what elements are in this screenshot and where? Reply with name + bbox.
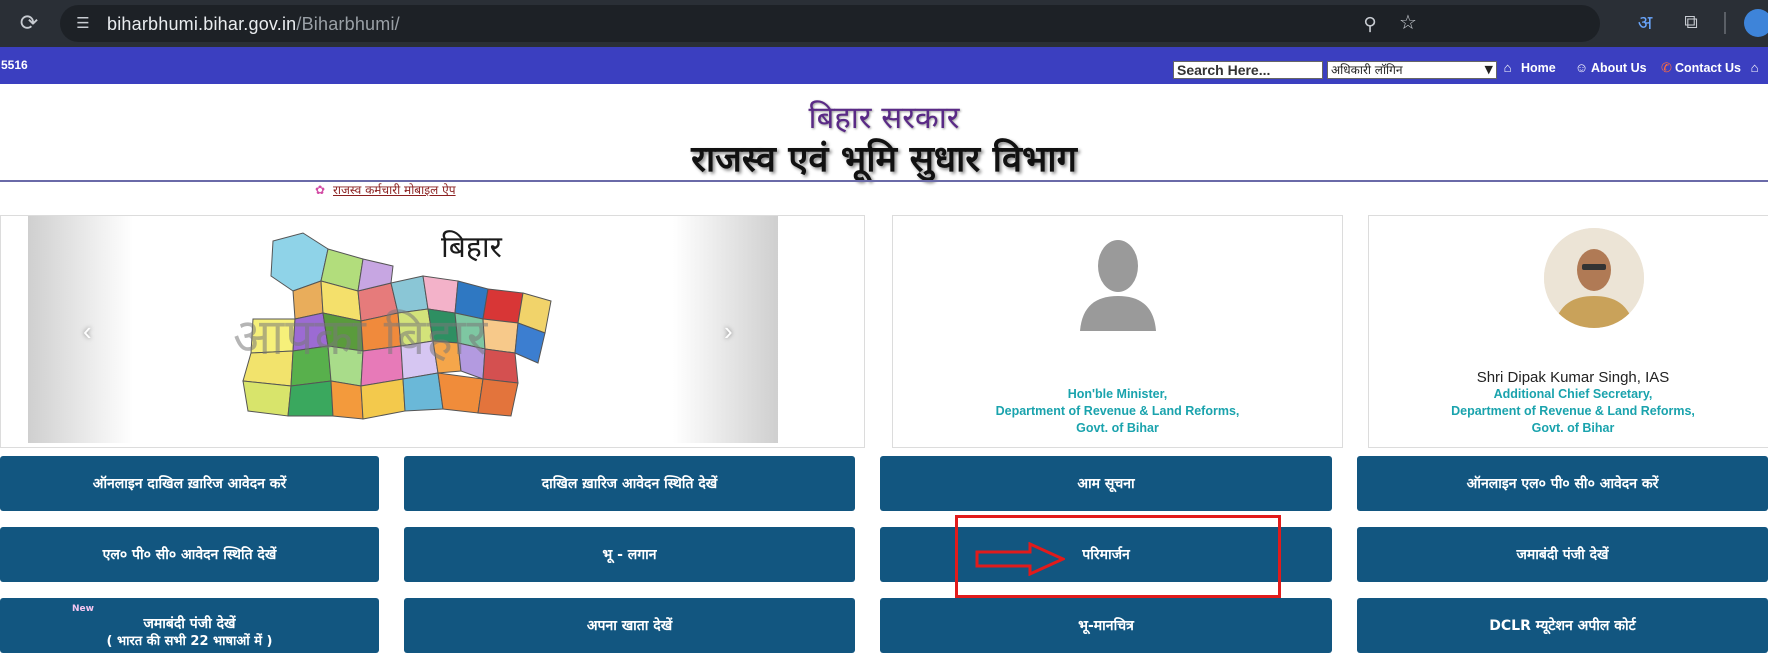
- search-input[interactable]: Search Here...: [1173, 61, 1323, 79]
- mobile-app-link[interactable]: ✿ राजस्व कर्मचारी मोबाइल ऐप: [315, 181, 456, 198]
- lpc-status-button[interactable]: एल० पी० सी० आवेदन स्थिति देखें: [0, 527, 379, 582]
- about-icon[interactable]: ☺: [1574, 60, 1589, 76]
- header-divider: [0, 180, 1768, 182]
- bihar-map-slide: बिहार आपका बिहार: [28, 216, 778, 443]
- home-icon[interactable]: ⌂: [1500, 60, 1515, 76]
- secretary-caption-line1: Additional Chief Secretary,: [1493, 387, 1653, 401]
- minister-caption-line2: Department of Revenue & Land Reforms,: [995, 404, 1240, 418]
- officer-login-select[interactable]: अधिकारी लॉगिन ▼: [1327, 61, 1497, 79]
- minister-caption-line1: Hon'ble Minister,: [1067, 387, 1168, 401]
- department-title: राजस्व एवं भूमि सुधार विभाग: [691, 139, 1077, 180]
- government-title: बिहार सरकार: [808, 100, 960, 136]
- new-badge: New: [72, 604, 94, 614]
- url-domain: biharbhumi.bihar.gov.in: [107, 14, 297, 34]
- secretary-caption-line3: Govt. of Bihar: [1531, 421, 1615, 435]
- bookmark-star-icon[interactable]: ☆: [1396, 11, 1420, 35]
- phone-icon[interactable]: ✆: [1659, 60, 1674, 76]
- minister-avatar: [1080, 240, 1156, 331]
- zoom-icon[interactable]: ⚲: [1358, 12, 1382, 36]
- minister-caption: Hon'ble Minister, Department of Revenue …: [893, 386, 1342, 437]
- visitor-counter: 5516: [1, 58, 28, 72]
- pointing-arrow-icon: [975, 542, 1065, 576]
- nav-about-link[interactable]: About Us: [1591, 61, 1647, 75]
- map-slider-panel: बिहार आपका बिहार ‹ ›: [0, 215, 865, 448]
- flower-icon: ✿: [315, 183, 326, 197]
- chevron-down-icon: ▼: [1484, 63, 1493, 76]
- lock-icon[interactable]: ⌂: [1747, 60, 1762, 76]
- mutation-status-button[interactable]: दाखिल ख़ारिज आवेदन स्थिति देखें: [404, 456, 855, 511]
- secretary-name: Shri Dipak Kumar Singh, IAS: [1476, 369, 1670, 386]
- address-bar[interactable]: ☰ biharbhumi.bihar.gov.in/Biharbhumi/ ⚲ …: [60, 5, 1600, 42]
- site-settings-icon[interactable]: ☰: [72, 13, 94, 35]
- reload-icon[interactable]: ⟳: [16, 10, 42, 36]
- secretary-caption-line2: Department of Revenue & Land Reforms,: [1451, 404, 1695, 418]
- extensions-puzzle-icon[interactable]: ⧉: [1678, 10, 1704, 36]
- jamabandi-multilingual-label: जमाबंदी पंजी देखें: [143, 615, 236, 632]
- dclr-appeal-court-button[interactable]: DCLR म्यूटेशन अपील कोर्ट: [1357, 598, 1768, 653]
- secretary-panel: Shri Dipak Kumar Singh, IAS Additional C…: [1368, 215, 1768, 448]
- jamabandi-register-button[interactable]: जमाबंदी पंजी देखें: [1357, 527, 1768, 582]
- land-map-button[interactable]: भू-मानचित्र: [880, 598, 1332, 653]
- translate-extension-icon[interactable]: अ: [1632, 10, 1658, 36]
- online-mutation-apply-button[interactable]: ऑनलाइन दाखिल ख़ारिज आवेदन करें: [0, 456, 379, 511]
- mobile-app-label: राजस्व कर्मचारी मोबाइल ऐप: [333, 183, 456, 197]
- land-tax-button[interactable]: भू - लगान: [404, 527, 855, 582]
- slide-watermark: आपका बिहार: [233, 308, 489, 366]
- secretary-photo: [1544, 228, 1644, 328]
- officer-login-selected: अधिकारी लॉगिन: [1331, 63, 1403, 77]
- minister-panel: Hon'ble Minister, Department of Revenue …: [892, 215, 1343, 448]
- online-lpc-apply-button[interactable]: ऑनलाइन एल० पी० सी० आवेदन करें: [1357, 456, 1768, 511]
- view-own-account-button[interactable]: अपना खाता देखें: [404, 598, 855, 653]
- public-notice-button[interactable]: आम सूचना: [880, 456, 1332, 511]
- url-path: /Biharbhumi/: [296, 14, 400, 34]
- toolbar-divider: [1724, 12, 1726, 34]
- url-text[interactable]: biharbhumi.bihar.gov.in/Biharbhumi/: [107, 14, 400, 35]
- nav-contact-link[interactable]: Contact Us: [1675, 61, 1741, 75]
- jamabandi-multilingual-button[interactable]: New जमाबंदी पंजी देखें ( भारत की सभी 22 …: [0, 598, 379, 653]
- minister-caption-line3: Govt. of Bihar: [1076, 421, 1159, 435]
- browser-toolbar: ⟳ ☰ biharbhumi.bihar.gov.in/Biharbhumi/ …: [0, 0, 1768, 47]
- jamabandi-multilingual-sublabel: ( भारत की सभी 22 भाषाओं में ): [106, 633, 273, 649]
- slider-prev-arrow-icon[interactable]: ‹: [83, 316, 92, 347]
- site-navbar: 5516 Search Here... अधिकारी लॉगिन ▼ ⌂ Hom…: [0, 47, 1768, 84]
- secretary-caption: Additional Chief Secretary, Department o…: [1369, 386, 1768, 437]
- nav-home-link[interactable]: Home: [1521, 61, 1556, 75]
- map-title: बिहार: [441, 230, 502, 265]
- slider-next-arrow-icon[interactable]: ›: [724, 316, 733, 347]
- profile-avatar-icon[interactable]: [1744, 9, 1768, 37]
